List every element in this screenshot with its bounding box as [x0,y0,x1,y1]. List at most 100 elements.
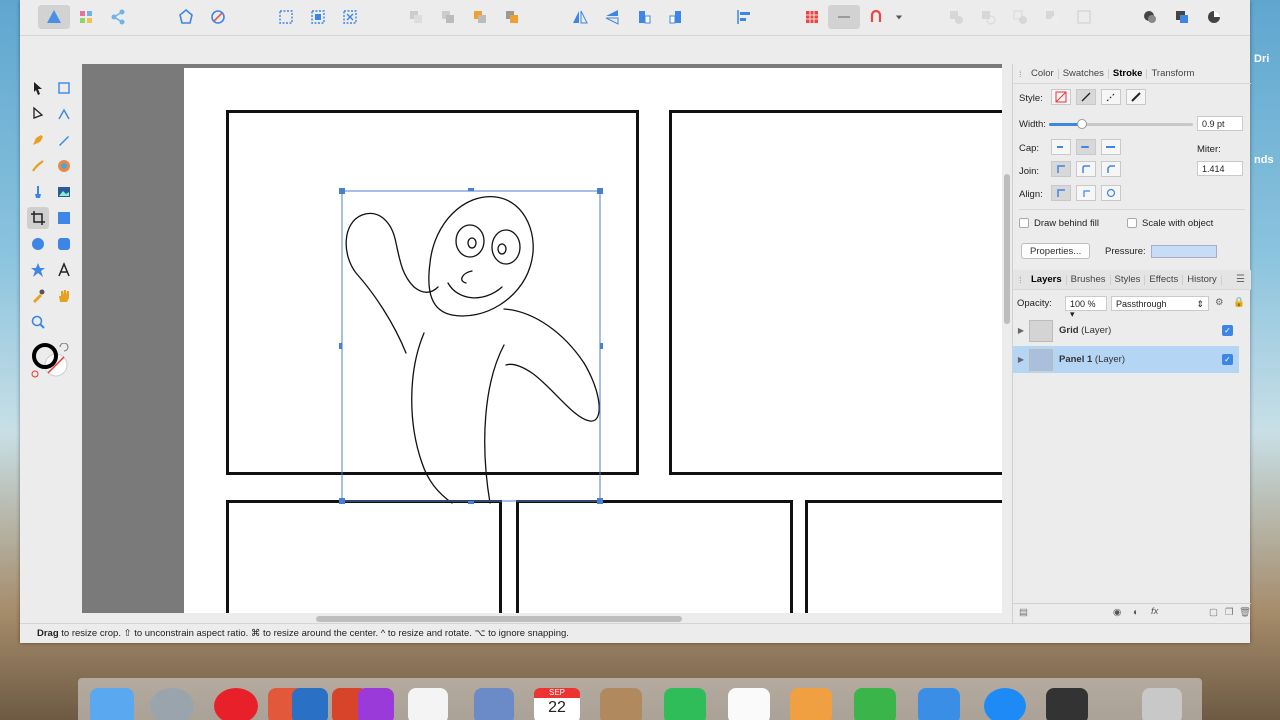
gear-icon[interactable]: ⚙ [1215,297,1224,308]
cap-butt-button[interactable] [1051,139,1071,155]
join-round-button[interactable] [1076,161,1096,177]
miter-value-field[interactable]: 1.414 [1197,161,1243,176]
document-page[interactable] [184,68,1002,613]
cap-square-button[interactable] [1101,139,1121,155]
zoom-tool-icon[interactable] [27,311,49,333]
assistant-icon[interactable] [170,5,202,29]
arrange-forward-icon[interactable] [464,5,496,29]
width-slider-knob[interactable] [1077,119,1088,129]
duplicate-layer-icon[interactable]: ❐ [1225,607,1234,618]
color-picker-icon[interactable] [53,155,75,177]
rounded-rectangle-icon[interactable] [53,233,75,255]
vertical-scrollbar[interactable] [1002,64,1012,623]
color-wells[interactable] [30,342,70,379]
opacity-field[interactable]: 100 % ▾ [1065,296,1107,319]
preview-icon[interactable] [474,688,514,720]
keynote-icon[interactable] [918,688,960,720]
snapping-magnet-icon[interactable] [860,5,892,29]
boolean-xor-icon[interactable] [1036,5,1068,29]
affinity-designer-icon[interactable] [38,5,70,29]
stroke-solid-button[interactable] [1076,89,1096,105]
affinity-designer-icon[interactable] [292,688,328,720]
layer-row-grid[interactable]: ▶ Grid (Layer) ✓ [1013,317,1239,344]
visibility-checkbox[interactable]: ✓ [1222,325,1233,336]
tab-color[interactable]: Color [1027,68,1059,79]
launchpad-icon[interactable] [150,688,194,720]
tab-layers[interactable]: Layers [1027,274,1067,285]
snapping-dropdown-icon[interactable] [892,5,906,29]
comic-panel-2[interactable] [669,110,1002,475]
insert-inside-icon[interactable] [1198,5,1230,29]
horizontal-scrollbar[interactable] [82,613,1002,623]
add-layer-icon[interactable]: ▢ [1209,607,1218,618]
text-tool-icon[interactable] [53,259,75,281]
export-persona-icon[interactable] [102,5,134,29]
comic-panel-4[interactable] [516,500,793,613]
snapping-grid-icon[interactable] [796,5,828,29]
corner-tool-icon[interactable] [53,103,75,125]
finder-icon[interactable] [90,688,134,720]
stroke-dash-button[interactable] [1101,89,1121,105]
character-drawing[interactable] [334,183,614,513]
tab-transform[interactable]: Transform [1147,68,1198,79]
vector-brush-icon[interactable] [27,155,49,177]
pages-icon[interactable] [790,688,832,720]
rotate-left-icon[interactable] [628,5,660,29]
align-icon[interactable] [728,5,760,29]
artboard-tool-icon[interactable] [53,77,75,99]
vertical-scroll-thumb[interactable] [1004,174,1010,324]
blend-mode-select[interactable]: Passthrough ⇕ [1111,296,1209,311]
select-none-icon[interactable] [302,5,334,29]
photos-icon[interactable] [1046,688,1088,720]
join-miter-button[interactable] [1051,161,1071,177]
tab-styles[interactable]: Styles [1111,274,1146,285]
invert-selection-icon[interactable] [334,5,366,29]
preferences-icon[interactable] [202,5,234,29]
tab-swatches[interactable]: Swatches [1059,68,1109,79]
comic-panel-3[interactable] [226,500,502,613]
layer-row-panel-1[interactable]: ▶ Panel 1 (Layer) ✓ [1013,346,1239,373]
crop-tool-icon[interactable] [27,207,49,229]
align-outside-button[interactable] [1101,185,1121,201]
fill-tool-icon[interactable] [27,181,49,203]
numbers-icon[interactable] [854,688,896,720]
grip-icon[interactable]: ⁞ [1019,275,1027,285]
tab-history[interactable]: History [1183,274,1222,285]
tab-effects[interactable]: Effects [1145,274,1184,285]
place-image-icon[interactable] [53,181,75,203]
grip-icon[interactable]: ⁞ [1019,69,1027,79]
draw-behind-fill-checkbox[interactable] [1019,218,1029,228]
expand-triangle-icon[interactable]: ▶ [1013,326,1029,335]
mask-icon[interactable]: ◉ [1113,607,1121,618]
boolean-intersect-icon[interactable] [1004,5,1036,29]
adjustment-icon[interactable]: ◐ [1133,607,1139,618]
comic-panel-5[interactable] [805,500,1002,613]
boolean-add-icon[interactable] [940,5,972,29]
trash-icon[interactable] [1142,688,1182,720]
opera-icon[interactable] [214,688,258,720]
align-inside-button[interactable] [1076,185,1096,201]
rectangle-tool-icon[interactable] [53,207,75,229]
textedit-icon[interactable] [408,688,448,720]
align-center-button[interactable] [1051,185,1071,201]
insert-behind-icon[interactable] [1134,5,1166,29]
evernote-icon[interactable] [664,688,706,720]
stroke-none-button[interactable] [1051,89,1071,105]
app-store-icon[interactable] [984,688,1026,720]
pixel-persona-icon[interactable] [70,5,102,29]
affinity-photo-icon[interactable] [358,688,394,720]
scale-with-object-checkbox[interactable] [1127,218,1137,228]
node-tool-icon[interactable] [27,103,49,125]
panel-menu-icon[interactable]: ☰ [1236,274,1245,285]
tab-brushes[interactable]: Brushes [1067,274,1111,285]
boolean-subtract-icon[interactable] [972,5,1004,29]
move-tool-icon[interactable] [27,77,49,99]
pencil-tool-icon[interactable] [53,129,75,151]
rotate-right-icon[interactable] [660,5,692,29]
snapping-toggle-icon[interactable] [828,5,860,29]
calendar-icon[interactable]: SEP 22 [534,688,580,720]
cap-round-button[interactable] [1076,139,1096,155]
select-all-icon[interactable] [270,5,302,29]
arrange-front-icon[interactable] [496,5,528,29]
insert-top-icon[interactable] [1166,5,1198,29]
